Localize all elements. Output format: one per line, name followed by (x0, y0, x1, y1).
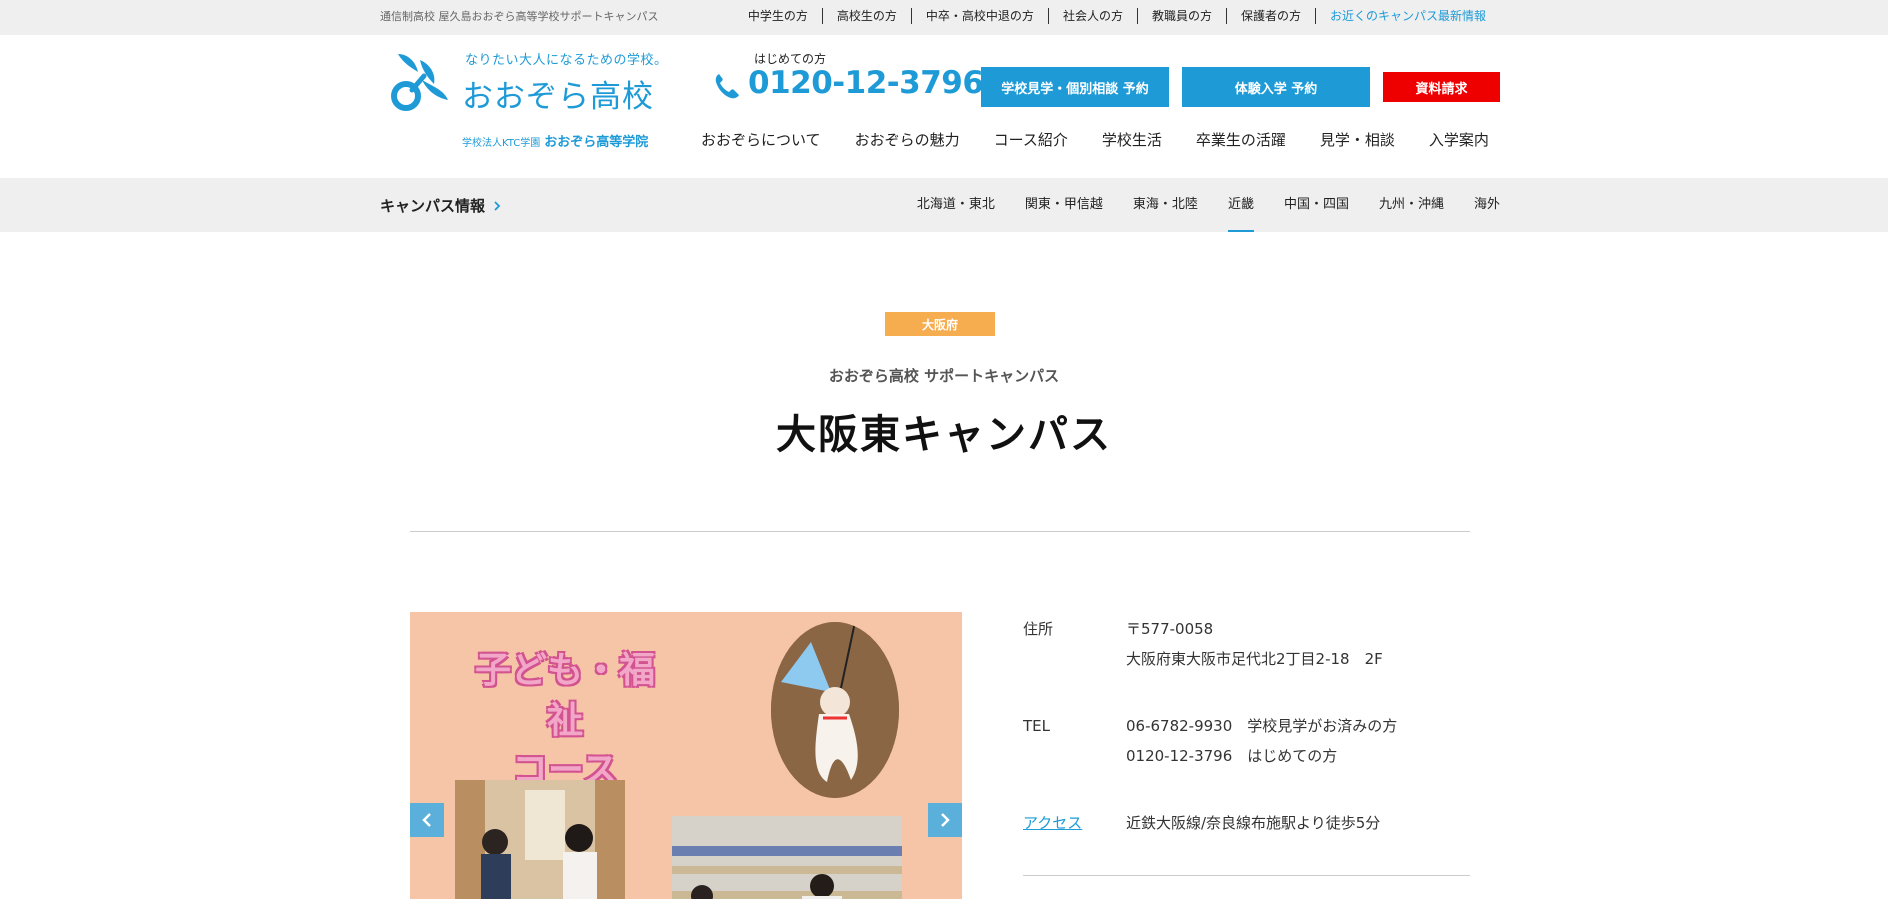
nav-courses[interactable]: コース紹介 (977, 129, 1085, 150)
phone-contact[interactable]: はじめての方 0120-12-3796 (712, 48, 984, 108)
region-tab-chugoku-shikoku[interactable]: 中国・四国 (1284, 178, 1349, 232)
slide-course-image: 子ども・福祉 コース (410, 612, 962, 899)
logo-corp-big: おおぞら高等学院 (544, 135, 649, 150)
region-tab-hokkaido-tohoku[interactable]: 北海道・東北 (917, 178, 995, 232)
audience-link-dropout[interactable]: 中卒・高校中退の方 (910, 8, 1048, 24)
chevron-left-icon (422, 813, 431, 827)
phone-number: 0120-12-3796 (748, 65, 984, 101)
audience-link-junior-high[interactable]: 中学生の方 (734, 8, 822, 24)
region-tabs: 北海道・東北 関東・甲信越 東海・北陸 近畿 中国・四国 九州・沖縄 海外 (887, 178, 1500, 232)
region-tab-tokai-hokuriku[interactable]: 東海・北陸 (1133, 178, 1198, 232)
logo-mark-icon (391, 54, 448, 111)
logo-corp-small: 学校法人KTC学園 (462, 138, 541, 149)
logo-name: おおぞら高校 (462, 79, 654, 115)
region-tab-kinki[interactable]: 近畿 (1227, 178, 1254, 232)
section-divider (410, 531, 1470, 532)
campus-info-label: キャンパス情報 (380, 197, 486, 215)
audience-link-adult[interactable]: 社会人の方 (1047, 8, 1137, 24)
nav-visit[interactable]: 見学・相談 (1303, 129, 1412, 150)
site-logo[interactable]: なりたい大人になるための学校。 おおぞら高校 学校法人KTC学園 おおぞら高等学院 (390, 48, 675, 150)
nav-about[interactable]: おおぞらについて (684, 129, 838, 150)
logo-corporation: 学校法人KTC学園 おおぞら高等学院 (462, 131, 648, 150)
slide-course-title: 子ども・福祉 コース (460, 646, 670, 796)
tel-visited[interactable]: 06-6782-9930 学校見学がお済みの方 (1126, 711, 1397, 741)
phone-icon (715, 74, 739, 99)
campus-bar: キャンパス情報 北海道・東北 関東・甲信越 東海・北陸 近畿 中国・四国 九州・… (0, 178, 1888, 232)
nearby-campus-news-link[interactable]: お近くのキャンパス最新情報 (1314, 8, 1500, 24)
hallway-photo (455, 780, 625, 899)
nav-school-life[interactable]: 学校生活 (1085, 129, 1179, 150)
address-text: 大阪府東大阪市足代北2丁目2-18 2F (1126, 650, 1383, 668)
audience-link-teachers[interactable]: 教職員の方 (1136, 8, 1226, 24)
hallway-illustration (455, 780, 625, 899)
access-text: 近鉄大阪線/奈良線布施駅より徒歩5分 (1126, 814, 1381, 832)
nav-graduates[interactable]: 卒業生の活躍 (1179, 129, 1303, 150)
classroom-photo (672, 816, 902, 899)
campus-info-link[interactable]: キャンパス情報 (380, 195, 501, 216)
teru-teru-bozu-illustration (771, 622, 899, 798)
visit-consultation-button[interactable]: 学校見学・個別相談 予約 (981, 67, 1169, 107)
slider-prev-button[interactable] (410, 803, 444, 837)
audience-link-parents[interactable]: 保護者の方 (1225, 8, 1315, 24)
classroom-illustration (672, 816, 902, 899)
postal-code: 〒577-0058 (1126, 620, 1214, 638)
logo-slogan: なりたい大人になるための学校。 (465, 53, 668, 68)
chevron-right-icon (941, 813, 950, 827)
region-tab-kanto-koshinetsu[interactable]: 関東・甲信越 (1025, 178, 1103, 232)
page-subtitle: おおぞら高校 サポートキャンパス (828, 367, 1060, 385)
tel-label: TEL (1023, 717, 1050, 735)
slide-course-title-line1: 子ども・福祉 (474, 650, 655, 741)
nav-appeal[interactable]: おおぞらの魅力 (838, 129, 977, 150)
tel-first-time[interactable]: 0120-12-3796 はじめての方 (1126, 741, 1397, 771)
address-label: 住所 (1023, 620, 1054, 638)
audience-link-high-school[interactable]: 高校生の方 (821, 8, 911, 24)
region-tab-kyushu-okinawa[interactable]: 九州・沖縄 (1379, 178, 1444, 232)
slider-next-button[interactable] (928, 803, 962, 837)
request-documents-button[interactable]: 資料請求 (1383, 72, 1500, 102)
teru-teru-bozu-photo (771, 622, 899, 798)
trial-admission-button[interactable]: 体験入学 予約 (1182, 67, 1370, 107)
campus-photo-slider[interactable]: 子ども・福祉 コース (410, 612, 962, 899)
chevron-right-icon (494, 200, 501, 211)
address-value: 〒577-0058 大阪府東大阪市足代北2丁目2-18 2F (1126, 614, 1383, 674)
page-title: 大阪東キャンパス (776, 412, 1112, 458)
site-tagline: 通信制高校 屋久島おおぞら高等学校サポートキャンパス (380, 10, 659, 23)
utility-bar: 通信制高校 屋久島おおぞら高等学校サポートキャンパス 中学生の方 高校生の方 中… (0, 0, 1888, 35)
main-nav: おおぞらについて おおぞらの魅力 コース紹介 学校生活 卒業生の活躍 見学・相談… (684, 129, 1506, 150)
nav-admission[interactable]: 入学案内 (1412, 129, 1506, 150)
tel-value: 06-6782-9930 学校見学がお済みの方 0120-12-3796 はじめ… (1126, 711, 1397, 771)
audience-nav: 中学生の方 高校生の方 中卒・高校中退の方 社会人の方 教職員の方 保護者の方 … (734, 8, 1500, 24)
region-tab-overseas[interactable]: 海外 (1474, 178, 1500, 232)
info-divider (1023, 875, 1470, 876)
prefecture-badge: 大阪府 (885, 312, 995, 336)
access-link[interactable]: アクセス (1023, 808, 1082, 838)
